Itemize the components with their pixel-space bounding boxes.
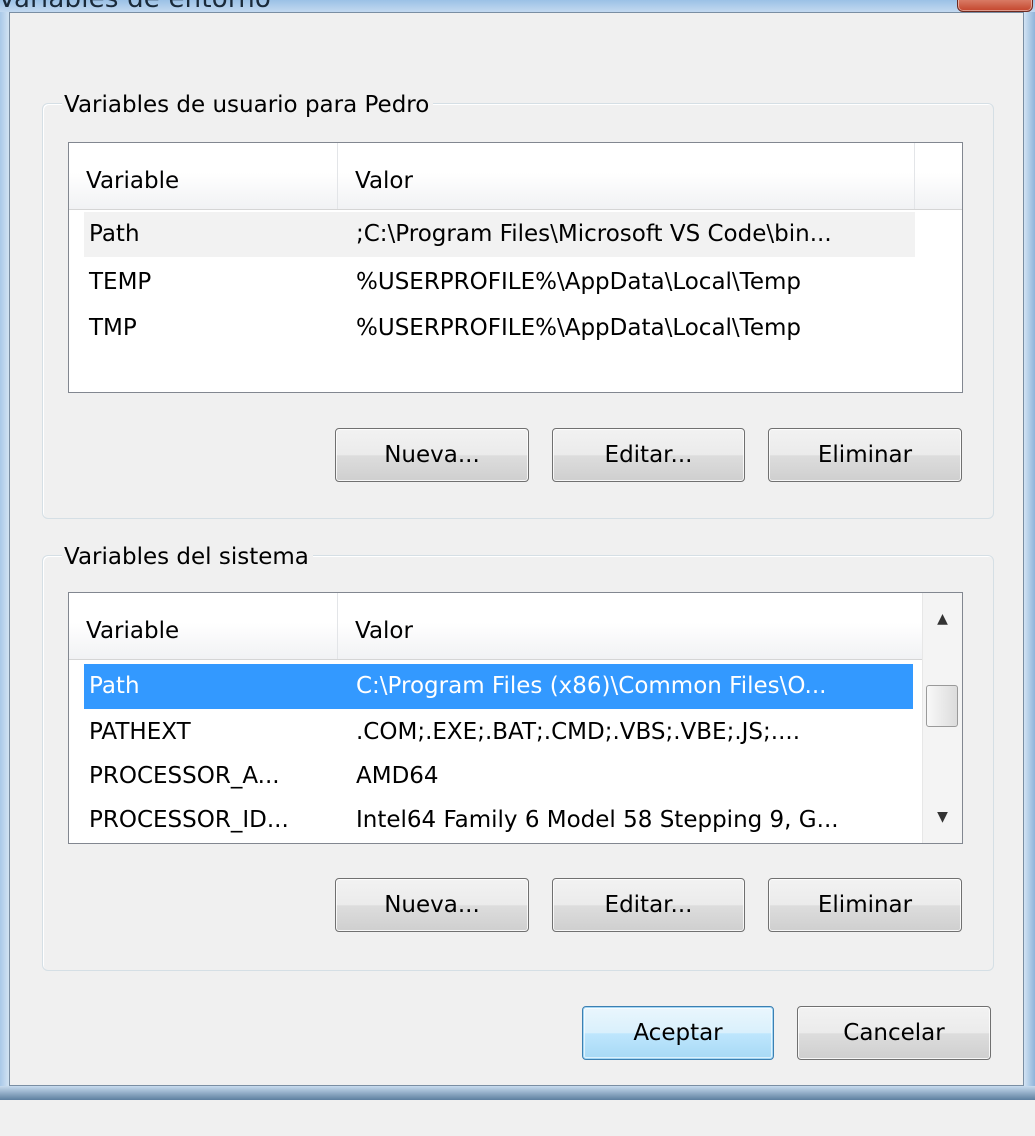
variable-value: %USERPROFILE%\AppData\Local\Temp bbox=[356, 269, 801, 295]
system-variables-legend: Variables del sistema bbox=[62, 543, 313, 571]
edit-system-variable-button[interactable]: Editar... bbox=[552, 878, 745, 932]
title-bar[interactable]: Variables de entorno bbox=[0, 0, 1035, 14]
list-item[interactable]: TMP %USERPROFILE%\AppData\Local\Temp bbox=[84, 306, 915, 351]
variable-value: C:\Program Files (x86)\Common Files\O... bbox=[356, 673, 827, 699]
delete-user-variable-button[interactable]: Eliminar bbox=[768, 428, 962, 482]
variable-name: PROCESSOR_ID... bbox=[89, 807, 289, 833]
window-border-bottom bbox=[0, 1086, 1035, 1100]
list-item[interactable]: PROCESSOR_ID... Intel64 Family 6 Model 5… bbox=[84, 798, 913, 843]
new-user-variable-button[interactable]: Nueva... bbox=[335, 428, 529, 482]
scroll-down-icon[interactable]: ▼ bbox=[923, 797, 962, 837]
variable-name: PATHEXT bbox=[89, 719, 191, 745]
variable-value: Intel64 Family 6 Model 58 Stepping 9, G.… bbox=[356, 807, 839, 833]
variable-value: AMD64 bbox=[356, 763, 439, 789]
list-item-selected[interactable]: Path C:\Program Files (x86)\Common Files… bbox=[84, 664, 913, 709]
system-variables-list[interactable]: Variable Valor Path C:\Program Files (x8… bbox=[68, 592, 963, 844]
column-header-valor[interactable]: Valor bbox=[338, 143, 915, 209]
scroll-up-icon[interactable]: ▲ bbox=[923, 599, 962, 639]
list-item[interactable]: PATHEXT .COM;.EXE;.BAT;.CMD;.VBS;.VBE;.J… bbox=[84, 710, 913, 755]
column-header-valor[interactable]: Valor bbox=[338, 593, 923, 659]
column-header-variable[interactable]: Variable bbox=[69, 143, 338, 209]
accept-button[interactable]: Aceptar bbox=[582, 1006, 774, 1060]
list-header: Variable Valor bbox=[69, 593, 923, 660]
variable-value: .COM;.EXE;.BAT;.CMD;.VBS;.VBE;.JS;.... bbox=[356, 719, 801, 745]
list-item[interactable]: PROCESSOR_A... AMD64 bbox=[84, 754, 913, 799]
new-system-variable-button[interactable]: Nueva... bbox=[335, 878, 529, 932]
delete-system-variable-button[interactable]: Eliminar bbox=[768, 878, 962, 932]
variable-value: ;C:\Program Files\Microsoft VS Code\bin.… bbox=[356, 221, 832, 247]
column-header-variable[interactable]: Variable bbox=[69, 593, 338, 659]
variable-value: %USERPROFILE%\AppData\Local\Temp bbox=[356, 315, 801, 341]
user-variables-list[interactable]: Variable Valor Path ;C:\Program Files\Mi… bbox=[68, 142, 963, 393]
cancel-button[interactable]: Cancelar bbox=[797, 1006, 991, 1060]
list-header: Variable Valor bbox=[69, 143, 962, 210]
edit-user-variable-button[interactable]: Editar... bbox=[552, 428, 745, 482]
background-area bbox=[0, 1100, 1035, 1136]
variable-name: Path bbox=[89, 221, 140, 247]
scroll-thumb[interactable] bbox=[926, 685, 958, 727]
variable-name: TMP bbox=[89, 315, 137, 341]
vertical-scrollbar[interactable]: ▲ ▼ bbox=[922, 593, 962, 843]
list-item[interactable]: TEMP %USERPROFILE%\AppData\Local\Temp bbox=[84, 260, 915, 305]
list-item[interactable]: Path ;C:\Program Files\Microsoft VS Code… bbox=[84, 212, 915, 257]
window-border-right bbox=[1024, 12, 1035, 1092]
variable-name: TEMP bbox=[89, 269, 152, 295]
close-button[interactable] bbox=[957, 0, 1033, 12]
variable-name: Path bbox=[89, 673, 140, 699]
user-variables-legend: Variables de usuario para Pedro bbox=[62, 91, 434, 119]
window-border-left bbox=[0, 12, 9, 1092]
variable-name: PROCESSOR_A... bbox=[89, 763, 280, 789]
